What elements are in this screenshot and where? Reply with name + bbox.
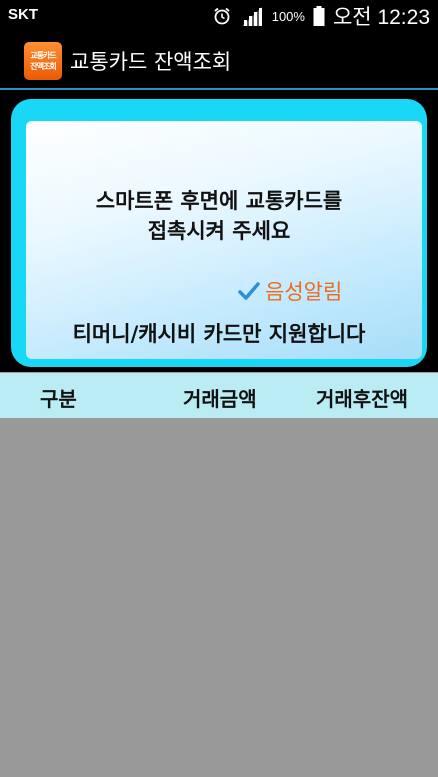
prompt-line-2: 접촉시켜 주세요	[147, 219, 291, 243]
column-header-amount: 거래금액	[183, 387, 257, 411]
prompt-line-1: 스마트폰 후면에 교통카드를	[95, 189, 343, 213]
status-icons: 100% 오전 12:23	[212, 3, 430, 29]
transaction-list[interactable]	[0, 418, 438, 777]
alarm-icon	[214, 7, 230, 25]
voice-alert-checkbox[interactable]: 음성알림	[237, 276, 342, 306]
voice-alert-label: 음성알림	[265, 280, 343, 304]
tap-card-prompt: 스마트폰 후면에 교통카드를 접촉시켜 주세요	[0, 186, 438, 246]
supported-cards-text: 티머니/캐시비 카드만 지원합니다	[72, 322, 366, 346]
battery-percent: 100%	[271, 8, 305, 24]
main-content: 스마트폰 후면에 교통카드를 접촉시켜 주세요 음성알림 티머니/캐시비 카드만…	[0, 90, 438, 777]
app-logo-line1: 교통카드	[30, 51, 56, 60]
signal-icon	[241, 7, 262, 26]
app-title: 교통카드 잔액조회	[70, 50, 232, 74]
clock: 오전 12:23	[332, 6, 430, 29]
card-area: 스마트폰 후면에 교통카드를 접촉시켜 주세요 음성알림 티머니/캐시비 카드만…	[0, 90, 438, 372]
column-header-type: 구분	[40, 387, 77, 411]
check-icon	[238, 282, 260, 300]
table-header: 구분 거래금액 거래후잔액	[0, 373, 438, 418]
battery-icon	[313, 6, 325, 26]
app-logo-line2: 잔액조회	[30, 62, 56, 71]
app-bar: 교통카드 잔액조회 교통카드 잔액조회	[0, 32, 438, 90]
status-bar: SKT 100% 오전 12:23	[0, 0, 438, 32]
column-header-balance: 거래후잔액	[316, 387, 408, 411]
carrier-label: SKT	[8, 6, 38, 23]
app-logo: 교통카드 잔액조회	[24, 42, 62, 80]
